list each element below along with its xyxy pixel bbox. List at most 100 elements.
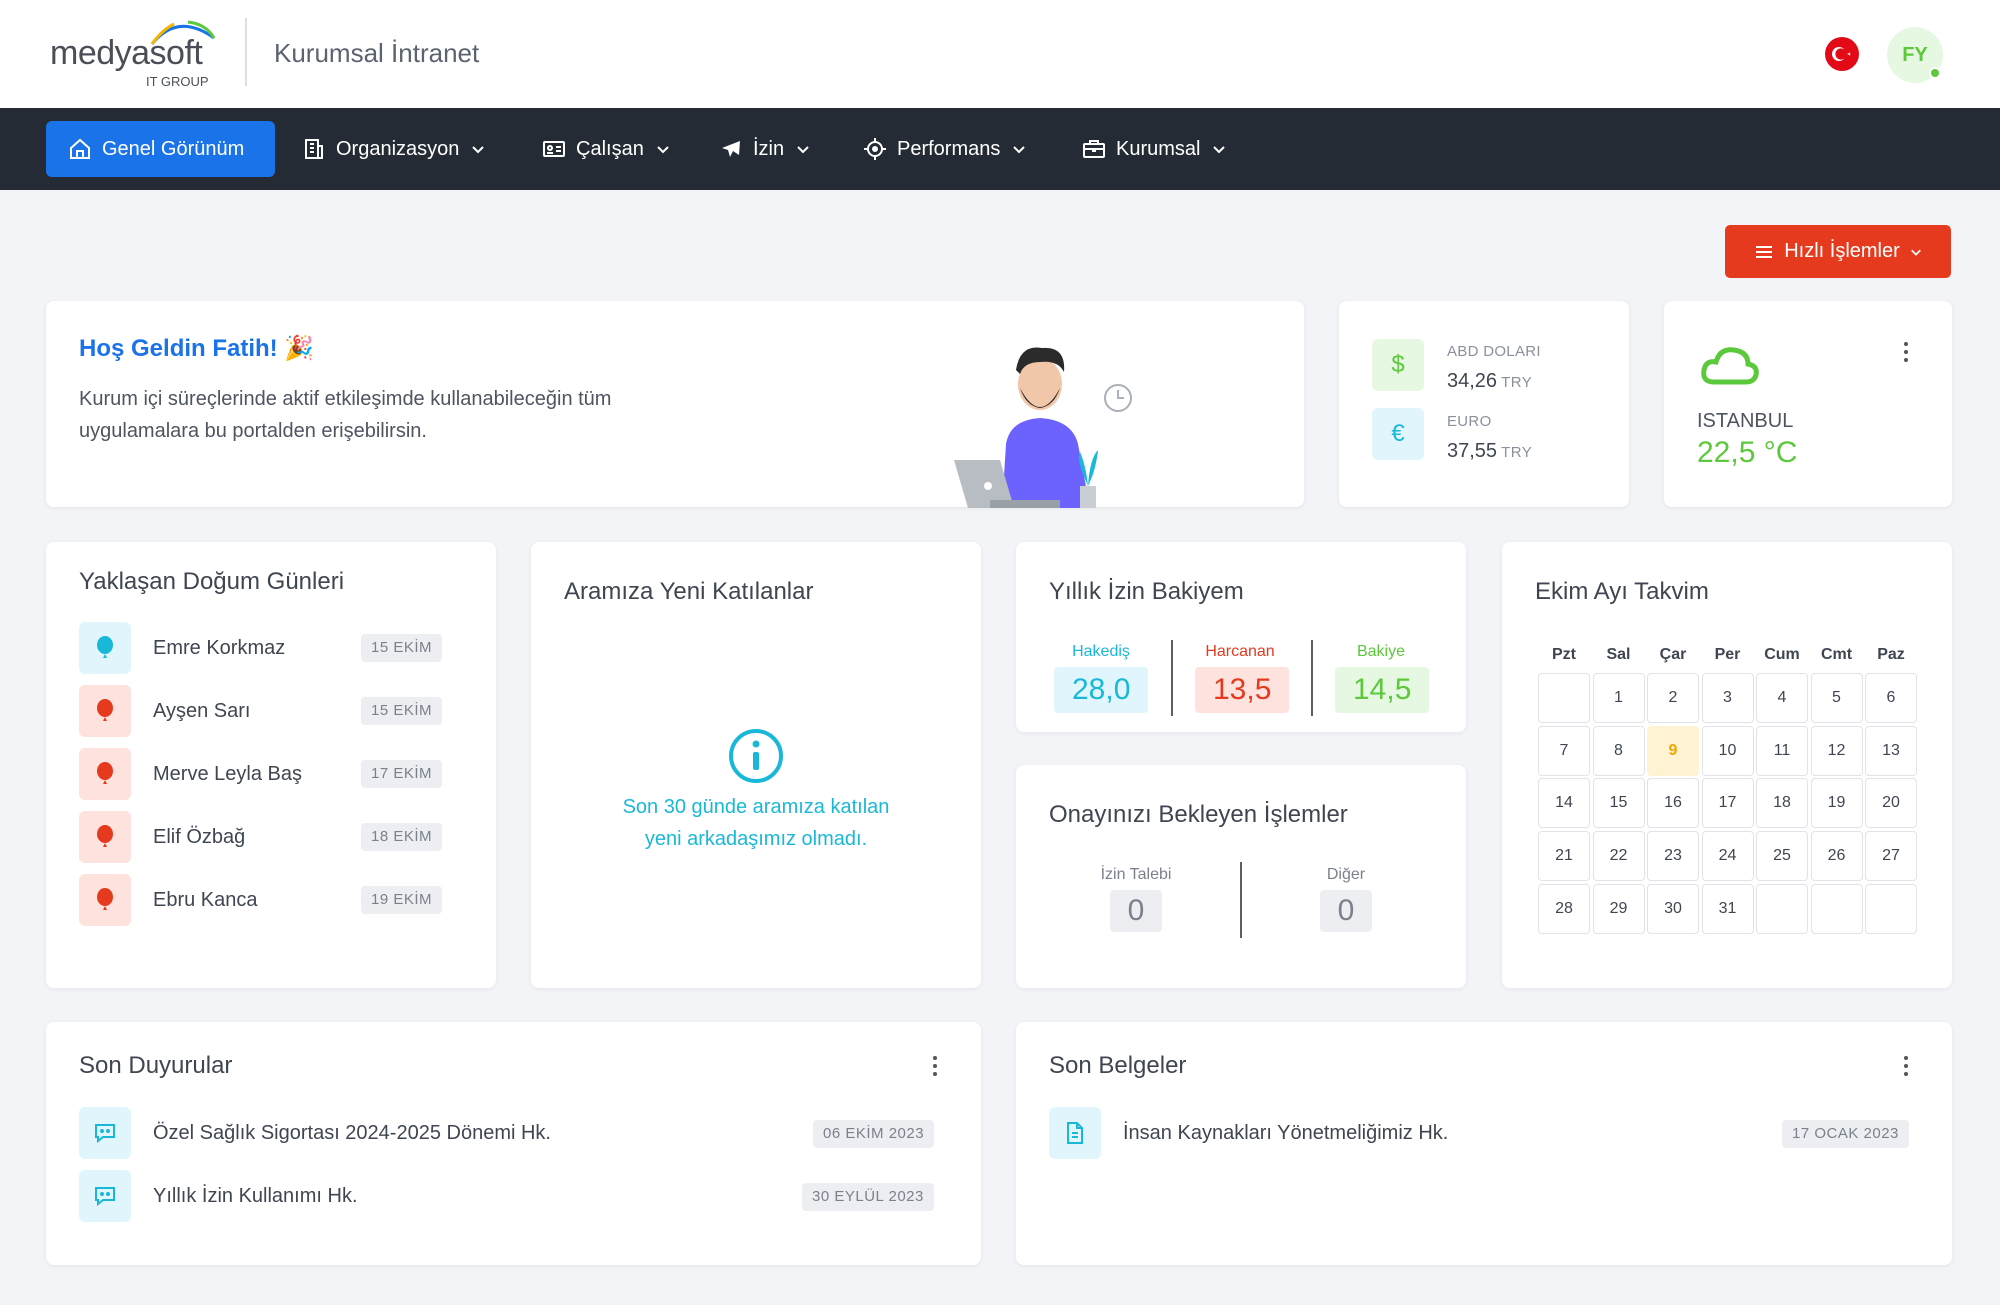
chat-icon: [79, 1170, 131, 1222]
chevron-down-icon: [797, 146, 809, 154]
calendar-weekday-header: Cum: [1764, 646, 1800, 663]
pending-other[interactable]: Diğer 0: [1296, 866, 1396, 932]
chevron-down-icon: [472, 146, 485, 154]
company-logo[interactable]: medyasoft IT GROUP: [50, 18, 225, 90]
calendar-day[interactable]: 19: [1810, 778, 1863, 829]
chevron-down-icon: [1013, 146, 1026, 154]
birthday-item[interactable]: Merve Leyla Baş 17 EKİM: [79, 748, 445, 800]
id-card-icon: [543, 141, 565, 157]
calendar-day[interactable]: 10: [1701, 725, 1754, 776]
calendar-day[interactable]: 25: [1756, 831, 1808, 882]
calendar-weekday-header: Çar: [1659, 646, 1687, 663]
language-flag-icon[interactable]: [1825, 37, 1859, 71]
announcements-title: Son Duyurular: [79, 1052, 233, 1079]
balloon-icon: [79, 748, 131, 800]
birthday-date-badge: 17 EKİM: [361, 760, 443, 788]
nav-item-corporate[interactable]: Kurumsal: [1060, 121, 1248, 177]
document-title[interactable]: İnsan Kaynakları Yönetmeliğimiz Hk.: [1123, 1122, 1448, 1145]
calendar-day[interactable]: 16: [1647, 778, 1699, 829]
plane-icon: [722, 141, 740, 157]
weather-city: ISTANBUL: [1697, 410, 1794, 432]
leave-divider: [1171, 640, 1173, 716]
nav-item-organization[interactable]: Organizasyon: [280, 121, 507, 177]
chevron-down-icon: [1213, 146, 1226, 154]
announcement-title[interactable]: Yıllık İzin Kullanımı Hk.: [153, 1185, 358, 1208]
newcomers-title: Aramıza Yeni Katılanlar: [564, 578, 814, 605]
calendar-day[interactable]: 3: [1701, 673, 1754, 723]
quick-actions-label: Hızlı İşlemler: [1784, 240, 1900, 262]
calendar-weekday-header: Sal: [1606, 646, 1631, 663]
pending-divider: [1240, 862, 1242, 938]
chevron-down-icon: [1910, 249, 1921, 256]
documents-menu-icon[interactable]: [1903, 1056, 1909, 1080]
calendar-day[interactable]: 30: [1647, 883, 1699, 934]
calendar-day[interactable]: 12: [1810, 725, 1863, 776]
calendar-day[interactable]: 17: [1701, 778, 1754, 829]
nav-item-label: Performans: [897, 137, 1001, 160]
welcome-title: Hoş Geldin Fatih! 🎉: [79, 335, 315, 362]
pending-leave-requests[interactable]: İzin Talebi 0: [1086, 866, 1186, 932]
eur-label: EURO: [1447, 413, 1492, 430]
announcement-title[interactable]: Özel Sağlık Sigortası 2024-2025 Dönemi H…: [153, 1122, 551, 1145]
calendar-day[interactable]: 24: [1701, 831, 1754, 882]
balloon-icon: [79, 874, 131, 926]
person-at-laptop-illustration: [954, 347, 1132, 508]
home-icon: [70, 138, 90, 159]
top-header: medyasoft IT GROUP Kurumsal İntranet FY: [0, 0, 2000, 108]
calendar-day[interactable]: 5: [1810, 673, 1863, 723]
nav-item-employee[interactable]: Çalışan: [520, 121, 692, 177]
newcomers-empty-message: Son 30 günde aramıza katılan yeni arkada…: [622, 796, 890, 850]
calendar-day[interactable]: 6: [1865, 673, 1917, 723]
calendar-day[interactable]: 4: [1756, 673, 1808, 723]
quick-actions-button[interactable]: Hızlı İşlemler: [1725, 225, 1951, 278]
birthdays-title: Yaklaşan Doğum Günleri: [79, 568, 345, 595]
birthday-name: Elif Özbağ: [153, 826, 246, 848]
chat-icon: [79, 1107, 131, 1159]
leave-balance: Bakiye 14,5: [1335, 643, 1430, 713]
calendar-empty-cell: [1538, 673, 1590, 723]
birthday-date-badge: 18 EKİM: [361, 823, 443, 851]
building-icon: [305, 139, 323, 159]
weather-menu-icon[interactable]: [1903, 342, 1909, 366]
calendar-day[interactable]: 1: [1592, 673, 1645, 723]
calendar-day[interactable]: 29: [1592, 883, 1645, 934]
birthday-item[interactable]: Ayşen Sarı 15 EKİM: [79, 685, 445, 737]
announcements-menu-icon[interactable]: [932, 1056, 938, 1080]
calendar-day[interactable]: 8: [1592, 725, 1645, 776]
birthday-name: Ebru Kanca: [153, 889, 258, 911]
calendar-day[interactable]: 26: [1810, 831, 1863, 882]
nav-item-performance[interactable]: Performans: [841, 121, 1048, 177]
logo-subtext: IT GROUP: [146, 74, 209, 89]
calendar-day[interactable]: 21: [1538, 831, 1590, 882]
nav-item-label: Kurumsal: [1116, 137, 1201, 160]
calendar-day[interactable]: 18: [1756, 778, 1808, 829]
currency-card: [1339, 301, 1629, 507]
usd-label: ABD DOLARI: [1447, 343, 1541, 360]
calendar-day[interactable]: 11: [1756, 725, 1808, 776]
calendar-day[interactable]: 13: [1865, 725, 1917, 776]
birthday-date-badge: 19 EKİM: [361, 886, 443, 914]
calendar-day[interactable]: 27: [1865, 831, 1917, 882]
calendar-day[interactable]: 2: [1647, 673, 1699, 723]
calendar-day[interactable]: 14: [1538, 778, 1590, 829]
calendar-day[interactable]: 20: [1865, 778, 1917, 829]
app-title: Kurumsal İntranet: [274, 38, 480, 68]
welcome-text: Kurum içi süreçlerinde aktif etkileşimde…: [79, 388, 612, 442]
birthday-item[interactable]: Elif Özbağ 18 EKİM: [79, 811, 445, 863]
target-icon: [864, 138, 886, 160]
calendar-day[interactable]: 9: [1647, 725, 1699, 776]
calendar-day[interactable]: 23: [1647, 831, 1699, 882]
leave-earned: Hakediş 28,0: [1054, 643, 1149, 713]
menu-icon: [1756, 245, 1773, 258]
balloon-icon: [79, 685, 131, 737]
birthday-item[interactable]: Emre Korkmaz 15 EKİM: [79, 622, 445, 674]
calendar-day[interactable]: 28: [1538, 883, 1590, 934]
nav-item-leave[interactable]: İzin: [697, 121, 832, 177]
calendar-day[interactable]: 15: [1592, 778, 1645, 829]
calendar-day[interactable]: 31: [1701, 883, 1754, 934]
calendar-day[interactable]: 22: [1592, 831, 1645, 882]
birthday-item[interactable]: Ebru Kanca 19 EKİM: [79, 874, 445, 926]
calendar-day[interactable]: 7: [1538, 725, 1590, 776]
nav-item-overview[interactable]: Genel Görünüm: [46, 121, 275, 177]
pending-approvals-title: Onayınızı Bekleyen İşlemler: [1049, 801, 1348, 828]
